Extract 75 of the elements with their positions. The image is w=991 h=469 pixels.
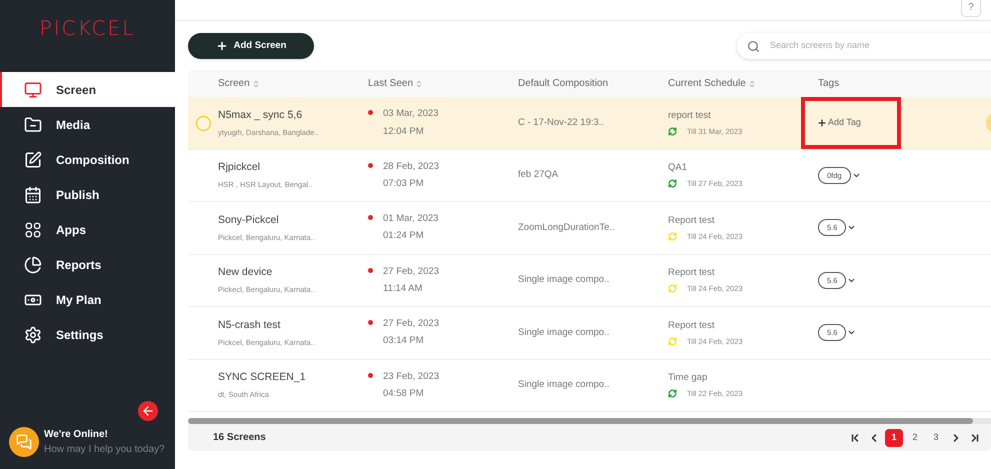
composition-name: Single image compo.. xyxy=(518,378,610,392)
help-button[interactable]: ? xyxy=(961,0,981,17)
screen-name: N5-crash test xyxy=(218,318,282,333)
page-button[interactable]: 2 xyxy=(906,428,924,446)
arrow-left-icon xyxy=(141,404,155,418)
composition-name: Single image compo.. xyxy=(518,326,610,340)
nav-item[interactable]: My Plan xyxy=(0,282,175,317)
nav-item[interactable]: Reports xyxy=(0,247,175,282)
chat-subtitle: How may I help you today? xyxy=(44,443,165,457)
add-tag-button[interactable]: Add Tag xyxy=(817,116,861,130)
plus-icon xyxy=(216,40,228,52)
column-header: Default Composition xyxy=(518,77,608,91)
column-header[interactable]: Screen xyxy=(218,76,260,91)
last-seen-time: 03:14 PM xyxy=(383,334,425,348)
last-seen-date: 01 Mar, 2023 xyxy=(383,212,438,226)
logo: PICKCEL xyxy=(40,15,136,42)
composition-name: C - 17-Nov-22 19:3.. xyxy=(518,116,606,130)
last-seen-date: 27 Feb, 2023 xyxy=(383,317,439,331)
chat-button[interactable] xyxy=(9,427,39,457)
nav-item[interactable]: Media xyxy=(0,107,175,142)
folder-icon xyxy=(24,116,42,134)
add-screen-button[interactable]: Add Screen xyxy=(188,33,314,59)
sort-icon xyxy=(252,80,260,88)
page-button[interactable]: 1 xyxy=(885,428,903,446)
screen-count: 16 Screens xyxy=(213,431,266,445)
nav-item[interactable]: Apps xyxy=(0,212,175,247)
column-header[interactable]: Last Seen xyxy=(368,76,424,91)
screen-name: Sony-Pickcel xyxy=(218,212,280,228)
last-seen-time: 11:14 AM xyxy=(383,282,424,296)
screen-name: SYNC SCREEN_1 xyxy=(218,370,307,386)
schedule-name: QA1 xyxy=(668,161,688,175)
chat-title: We're Online! xyxy=(44,428,109,442)
last-page-icon xyxy=(969,432,981,444)
last-seen-date: 23 Feb, 2023 xyxy=(383,370,439,384)
last-seen-time: 12:04 PM xyxy=(383,124,425,138)
schedule-name: Time gap xyxy=(668,371,708,385)
screen-name: New device xyxy=(218,265,274,280)
horizontal-scrollbar[interactable] xyxy=(188,418,991,424)
column-header: Tags xyxy=(818,77,840,91)
screen-name: N5max _ sync 5,6 xyxy=(218,108,304,123)
calendar-icon xyxy=(24,186,42,204)
composition-name: ZoomLongDurationTe.. xyxy=(518,220,616,235)
schedule-name: report test xyxy=(668,108,712,123)
nav-item[interactable]: Composition xyxy=(0,142,175,177)
chat-icon xyxy=(16,434,32,450)
nav-item[interactable]: Settings xyxy=(0,317,175,352)
last-seen-time: 01:24 PM xyxy=(383,229,425,244)
screen-name: Rjpickcel xyxy=(218,160,262,176)
sort-icon xyxy=(748,80,756,88)
settings-icon xyxy=(24,326,42,344)
last-seen-time: 04:58 PM xyxy=(383,386,425,401)
schedule-name: Report test xyxy=(668,214,716,228)
search-input[interactable]: Search screens by name xyxy=(770,39,991,53)
search-field[interactable]: Search screens by name xyxy=(737,33,991,59)
composition-name: Single image compo.. xyxy=(518,273,610,288)
edit-icon xyxy=(24,150,42,168)
column-header[interactable]: Current Schedule xyxy=(668,76,756,91)
collapse-button[interactable] xyxy=(138,401,158,421)
first-page-icon xyxy=(849,432,861,444)
monitor-icon xyxy=(24,80,42,98)
plus-icon xyxy=(817,118,827,128)
search-icon xyxy=(747,40,760,52)
grid-icon xyxy=(24,220,42,238)
nav-item[interactable]: Screen xyxy=(0,72,175,107)
schedule-name: Report test xyxy=(668,266,716,280)
nav-item[interactable]: Publish xyxy=(0,177,175,212)
composition-name: feb 27QA xyxy=(518,168,560,182)
sort-icon xyxy=(415,80,424,88)
last-seen-date: 03 Mar, 2023 xyxy=(383,107,438,122)
last-seen-time: 07:03 PM xyxy=(383,176,425,191)
schedule-name: Report test xyxy=(668,318,716,332)
page-button[interactable]: 3 xyxy=(927,428,945,446)
last-seen-date: 28 Feb, 2023 xyxy=(383,160,439,174)
pie-chart-icon xyxy=(24,256,42,274)
last-seen-date: 27 Feb, 2023 xyxy=(383,264,439,278)
